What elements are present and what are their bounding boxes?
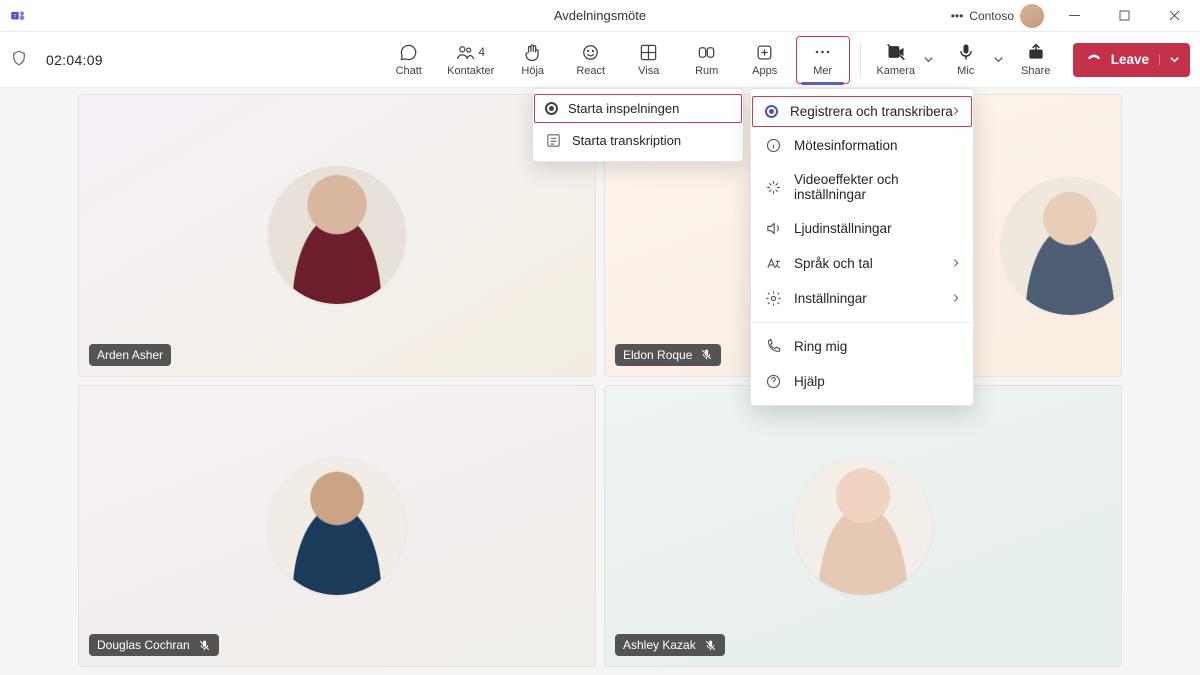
org-name: Contoso	[969, 9, 1014, 23]
mic-button[interactable]: Mic	[941, 36, 991, 84]
gear-icon	[765, 290, 782, 307]
participant-nametag: Douglas Cochran	[89, 634, 219, 656]
minimize-button[interactable]	[1054, 2, 1094, 30]
info-icon	[765, 137, 782, 154]
meeting-timer: 02:04:09	[46, 52, 103, 68]
rooms-icon	[697, 43, 716, 62]
apps-button[interactable]: Apps	[738, 36, 792, 84]
more-menu: Registrera och transkribera Mötesinforma…	[750, 88, 974, 406]
react-icon	[581, 43, 600, 62]
menu-item-video-effects[interactable]: Videoeffekter och inställningar	[751, 163, 973, 211]
share-icon	[1026, 43, 1046, 62]
mic-off-icon	[198, 639, 211, 652]
menu-item-call-me[interactable]: Ring mig	[751, 329, 973, 364]
raise-hand-button[interactable]: Höja	[506, 36, 560, 84]
leave-options-chevron[interactable]	[1159, 54, 1180, 65]
react-button[interactable]: React	[564, 36, 618, 84]
mic-off-icon	[700, 348, 713, 361]
apps-icon	[755, 43, 774, 62]
teams-logo-icon: T	[10, 8, 26, 24]
record-icon	[545, 102, 558, 115]
participant-avatar	[1001, 177, 1122, 315]
menu-item-audio-settings[interactable]: Ljudinställningar	[751, 211, 973, 246]
speaker-icon	[765, 220, 782, 237]
participant-nametag: Eldon Roque	[615, 344, 721, 366]
rooms-button[interactable]: Rum	[680, 36, 734, 84]
menu-item-meeting-info[interactable]: Mötesinformation	[751, 128, 973, 163]
close-button[interactable]	[1154, 2, 1194, 30]
camera-off-icon	[886, 43, 906, 62]
share-button[interactable]: Share	[1011, 36, 1061, 84]
participant-avatar	[268, 457, 406, 595]
participant-nametag: Ashley Kazak	[615, 634, 725, 656]
record-icon	[765, 105, 778, 118]
chevron-right-icon	[951, 291, 961, 306]
mic-options-chevron[interactable]	[991, 36, 1007, 84]
leave-button[interactable]: Leave	[1073, 43, 1190, 77]
language-icon	[765, 255, 782, 272]
org-switcher[interactable]: ••• Contoso	[951, 4, 1044, 28]
menu-item-language-speech[interactable]: Språk och tal	[751, 246, 973, 281]
people-button[interactable]: 4 Kontakter	[440, 36, 502, 84]
view-icon	[639, 43, 658, 62]
camera-options-chevron[interactable]	[921, 36, 937, 84]
ellipsis-icon: •••	[951, 9, 964, 23]
record-submenu: Starta inspelningen Starta transkription	[532, 88, 744, 162]
menu-item-help[interactable]: Hjälp	[751, 364, 973, 399]
menu-item-record-transcribe[interactable]: Registrera och transkribera	[751, 95, 973, 128]
chevron-right-icon	[951, 256, 961, 271]
toolbar-separator	[860, 43, 861, 77]
raise-hand-icon	[523, 43, 542, 62]
menu-item-settings[interactable]: Inställningar	[751, 281, 973, 316]
more-button[interactable]: Mer	[796, 36, 850, 84]
leave-icon	[1085, 49, 1103, 70]
chat-icon	[399, 43, 418, 62]
meeting-toolbar: 02:04:09 Chatt 4 Kontakter Höja React Vi…	[0, 32, 1200, 88]
phone-icon	[765, 338, 782, 355]
more-icon	[813, 43, 832, 62]
chat-button[interactable]: Chatt	[382, 36, 436, 84]
transcription-icon	[545, 132, 562, 149]
participant-nametag: Arden Asher	[89, 344, 171, 366]
participant-tile[interactable]: Arden Asher	[78, 94, 596, 377]
participant-avatar	[794, 457, 932, 595]
titlebar: T Avdelningsmöte ••• Contoso	[0, 0, 1200, 32]
sparkle-icon	[765, 179, 782, 196]
mic-icon	[956, 43, 976, 62]
camera-button[interactable]: Kamera	[871, 36, 921, 84]
participant-avatar	[268, 166, 406, 304]
menu-separator	[751, 322, 973, 323]
leave-label: Leave	[1111, 52, 1149, 67]
participant-tile[interactable]: Ashley Kazak	[604, 385, 1122, 668]
user-avatar	[1020, 4, 1044, 28]
shield-icon[interactable]	[10, 49, 28, 70]
mic-off-icon	[704, 639, 717, 652]
people-icon: 4	[456, 43, 485, 62]
menu-item-start-transcription[interactable]: Starta transkription	[533, 124, 743, 157]
maximize-button[interactable]	[1104, 2, 1144, 30]
menu-item-start-recording[interactable]: Starta inspelningen	[533, 93, 743, 124]
participant-tile[interactable]: Douglas Cochran	[78, 385, 596, 668]
chevron-right-icon	[951, 104, 961, 119]
help-icon	[765, 373, 782, 390]
view-button[interactable]: Visa	[622, 36, 676, 84]
participants-grid: Arden Asher Eldon Roque Douglas Cochran …	[0, 88, 1200, 675]
